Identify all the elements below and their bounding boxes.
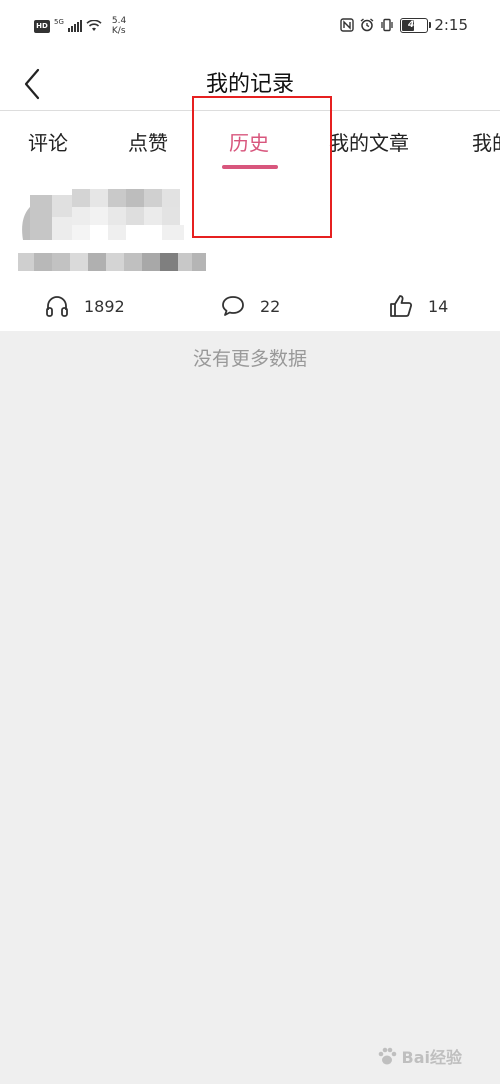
no-more-data-message: 没有更多数据 bbox=[192, 348, 307, 370]
signal-icon bbox=[67, 20, 82, 32]
alarm-icon bbox=[360, 18, 374, 32]
speed-value: 5.4 bbox=[111, 16, 127, 26]
listen-count: 1892 bbox=[44, 293, 125, 319]
hd-icon: HD bbox=[34, 19, 50, 33]
like-count[interactable]: 14 bbox=[388, 293, 448, 319]
like-count-value: 14 bbox=[428, 296, 449, 316]
thumbs-up-icon bbox=[390, 295, 413, 317]
nfc-icon bbox=[340, 18, 355, 32]
listen-count-value: 1892 bbox=[84, 296, 125, 316]
status-bar: HD 5G 5.4 K/s 47 2:15 bbox=[0, 0, 500, 56]
speed-unit: K/s bbox=[111, 26, 126, 36]
clock: 2:15 bbox=[434, 16, 468, 34]
network-type: 5G bbox=[54, 18, 64, 26]
paw-logo-icon bbox=[378, 1047, 396, 1065]
blurred-description bbox=[18, 253, 206, 271]
comment-count-value: 22 bbox=[260, 296, 281, 316]
status-left: HD 5G 5.4 K/s bbox=[34, 16, 126, 36]
vibrate-icon bbox=[381, 18, 393, 32]
comment-count[interactable]: 22 bbox=[220, 293, 280, 319]
tab-mine[interactable]: 我的 bbox=[472, 127, 500, 156]
tab-my-articles[interactable]: 我的文章 bbox=[329, 127, 409, 156]
watermark: Bai经验 bbox=[376, 1044, 462, 1068]
battery-level: 47 bbox=[408, 19, 421, 30]
highlight-annotation-box bbox=[192, 96, 332, 238]
tab-comments[interactable]: 评论 bbox=[28, 127, 68, 156]
watermark-text: Bai经验 bbox=[401, 1048, 462, 1067]
page-title: 我的记录 bbox=[205, 72, 294, 97]
status-right: 47 2:15 bbox=[340, 16, 468, 34]
headphones-icon bbox=[46, 296, 68, 317]
tab-likes[interactable]: 点赞 bbox=[128, 127, 168, 156]
wifi-icon bbox=[86, 20, 102, 31]
blurred-title bbox=[22, 189, 184, 240]
network-speed: 5.4 K/s bbox=[112, 16, 126, 36]
comment-icon bbox=[222, 296, 244, 316]
battery-icon: 47 bbox=[400, 17, 432, 33]
